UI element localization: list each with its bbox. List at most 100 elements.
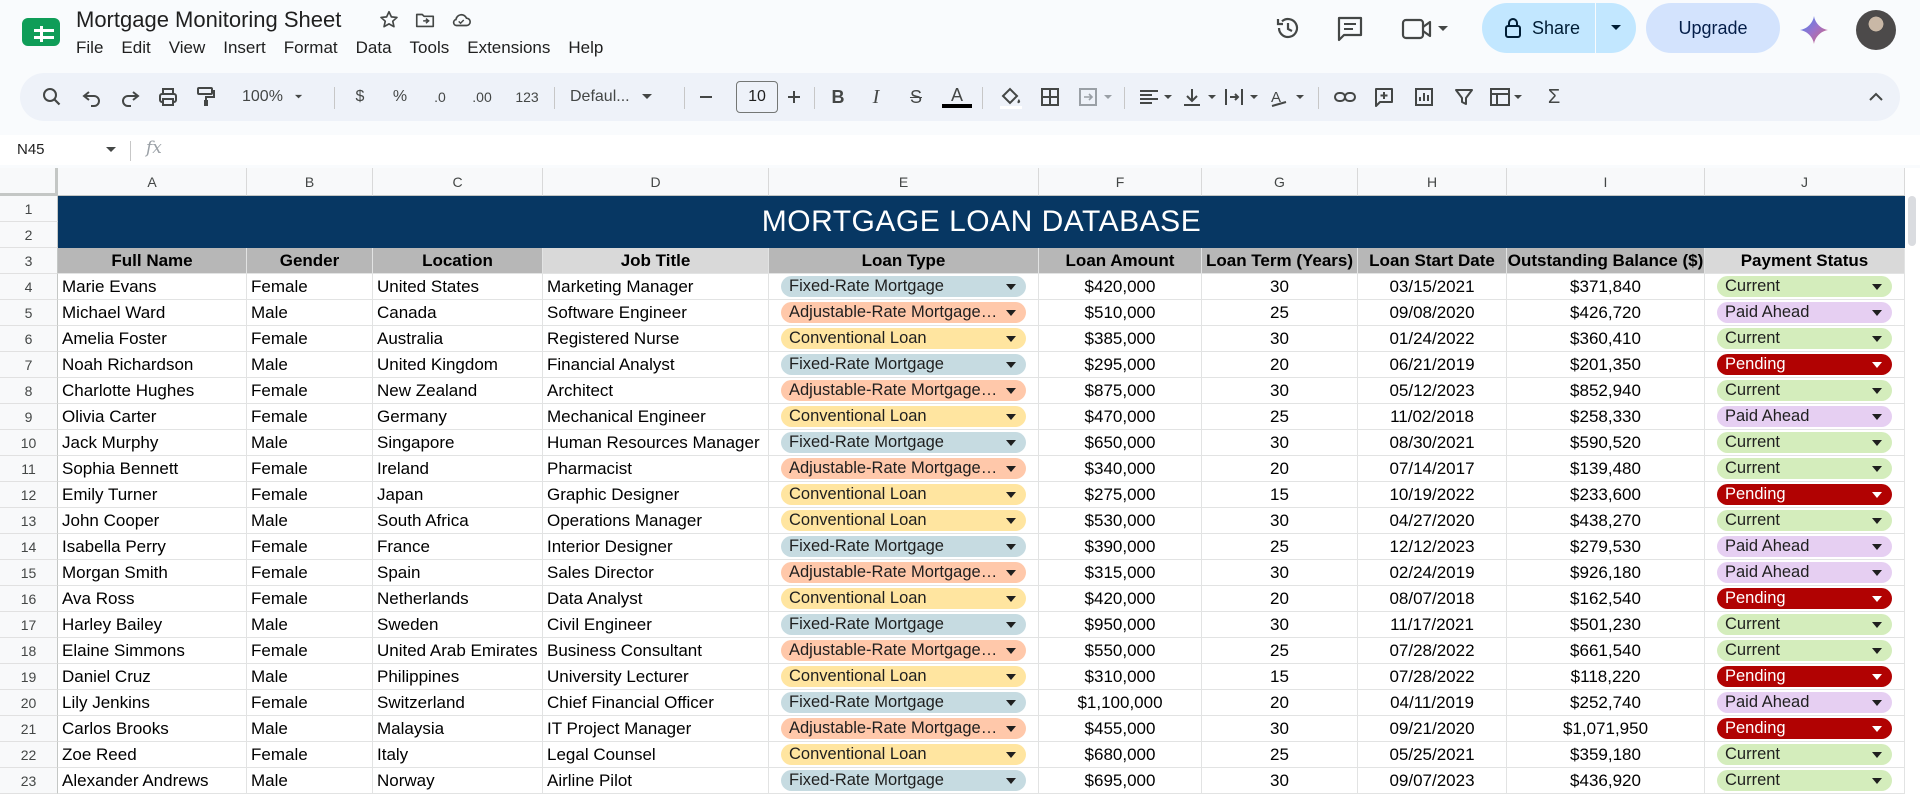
dropdown-arrow-icon[interactable] [1006, 283, 1016, 290]
cell-loan-amount[interactable]: $510,000 [1039, 300, 1202, 326]
font-size-input[interactable]: 10 [736, 81, 778, 113]
horizontal-align-icon[interactable] [1136, 85, 1176, 109]
menu-data[interactable]: Data [356, 38, 401, 58]
cell-loan-amount[interactable]: $295,000 [1039, 352, 1202, 378]
cell-outstanding-balance[interactable]: $438,270 [1507, 508, 1705, 534]
payment-status-dropdown-chip[interactable]: Current [1717, 614, 1892, 635]
cell-gender[interactable]: Female [247, 690, 373, 716]
loan-type-dropdown-chip[interactable]: Adjustable-Rate Mortgage (ARM) [781, 718, 1026, 739]
cell-gender[interactable]: Male [247, 612, 373, 638]
loan-type-dropdown-chip[interactable]: Conventional Loan [781, 484, 1026, 505]
cell-loan-start-date[interactable]: 04/11/2019 [1358, 690, 1507, 716]
cell-loan-amount[interactable]: $950,000 [1039, 612, 1202, 638]
cell-loan-type[interactable]: Conventional Loan [769, 742, 1039, 768]
cell-location[interactable]: Malaysia [373, 716, 543, 742]
cell-outstanding-balance[interactable]: $279,530 [1507, 534, 1705, 560]
cell-loan-term[interactable]: 30 [1202, 560, 1358, 586]
avatar[interactable] [1856, 10, 1896, 50]
dropdown-arrow-icon[interactable] [1006, 387, 1016, 394]
cell-payment-status[interactable]: Current [1705, 326, 1905, 352]
column-header-d[interactable]: D [543, 168, 769, 196]
print-icon[interactable] [156, 85, 180, 109]
column-header-j[interactable]: J [1705, 168, 1905, 196]
column-title-full-name[interactable]: Full Name [58, 248, 247, 274]
more-formats-button[interactable]: 123 [510, 85, 544, 109]
cell-job-title[interactable]: Chief Financial Officer [543, 690, 769, 716]
menu-extensions[interactable]: Extensions [467, 38, 559, 58]
cell-loan-amount[interactable]: $875,000 [1039, 378, 1202, 404]
payment-status-dropdown-chip[interactable]: Paid Ahead [1717, 692, 1892, 713]
percent-format-button[interactable]: % [388, 85, 412, 109]
row-header-1[interactable]: 1 [0, 196, 58, 222]
cell-outstanding-balance[interactable]: $661,540 [1507, 638, 1705, 664]
payment-status-dropdown-chip[interactable]: Current [1717, 458, 1892, 479]
cell-location[interactable]: South Africa [373, 508, 543, 534]
cell-loan-start-date[interactable]: 05/12/2023 [1358, 378, 1507, 404]
row-header-22[interactable]: 22 [0, 742, 58, 768]
cell-location[interactable]: Japan [373, 482, 543, 508]
history-icon[interactable] [1272, 12, 1304, 44]
cell-location[interactable]: Australia [373, 326, 543, 352]
cell-loan-term[interactable]: 30 [1202, 768, 1358, 794]
cell-outstanding-balance[interactable]: $162,540 [1507, 586, 1705, 612]
cell-gender[interactable]: Female [247, 404, 373, 430]
sheet-banner-title[interactable]: MORTGAGE LOAN DATABASE [58, 196, 1905, 248]
dropdown-arrow-icon[interactable] [1872, 673, 1882, 680]
loan-type-dropdown-chip[interactable]: Fixed-Rate Mortgage [781, 354, 1026, 375]
cell-loan-term[interactable]: 25 [1202, 300, 1358, 326]
dropdown-arrow-icon[interactable] [1872, 387, 1882, 394]
column-header-e[interactable]: E [769, 168, 1039, 196]
functions-icon[interactable]: Σ [1542, 85, 1566, 109]
cell-payment-status[interactable]: Current [1705, 430, 1905, 456]
row-header-10[interactable]: 10 [0, 430, 58, 456]
menu-view[interactable]: View [169, 38, 215, 58]
cell-full-name[interactable]: Olivia Carter [58, 404, 247, 430]
cell-loan-start-date[interactable]: 08/30/2021 [1358, 430, 1507, 456]
cell-outstanding-balance[interactable]: $436,920 [1507, 768, 1705, 794]
dropdown-arrow-icon[interactable] [1006, 309, 1016, 316]
loan-type-dropdown-chip[interactable]: Conventional Loan [781, 744, 1026, 765]
cell-full-name[interactable]: Marie Evans [58, 274, 247, 300]
cell-gender[interactable]: Male [247, 716, 373, 742]
name-box-chevron-icon[interactable] [106, 147, 116, 153]
column-title-loan-start-date[interactable]: Loan Start Date [1358, 248, 1507, 274]
decrease-decimal-button[interactable]: .0 [424, 85, 456, 109]
cell-location[interactable]: New Zealand [373, 378, 543, 404]
cell-loan-type[interactable]: Fixed-Rate Mortgage [769, 690, 1039, 716]
cell-location[interactable]: Canada [373, 300, 543, 326]
column-title-loan-term-years[interactable]: Loan Term (Years) [1202, 248, 1358, 274]
cell-payment-status[interactable]: Current [1705, 742, 1905, 768]
cell-gender[interactable]: Female [247, 482, 373, 508]
cell-loan-term[interactable]: 15 [1202, 664, 1358, 690]
cell-location[interactable]: France [373, 534, 543, 560]
cell-loan-amount[interactable]: $470,000 [1039, 404, 1202, 430]
cell-location[interactable]: Norway [373, 768, 543, 794]
dropdown-arrow-icon[interactable] [1006, 517, 1016, 524]
name-box[interactable]: N45 [17, 141, 45, 158]
cell-full-name[interactable]: Harley Bailey [58, 612, 247, 638]
cell-gender[interactable]: Male [247, 664, 373, 690]
loan-type-dropdown-chip[interactable]: Adjustable-Rate Mortgage (ARM) [781, 380, 1026, 401]
cell-location[interactable]: United Kingdom [373, 352, 543, 378]
cell-outstanding-balance[interactable]: $233,600 [1507, 482, 1705, 508]
cell-job-title[interactable]: Sales Director [543, 560, 769, 586]
row-header-7[interactable]: 7 [0, 352, 58, 378]
insert-link-icon[interactable] [1332, 85, 1358, 109]
cell-job-title[interactable]: Legal Counsel [543, 742, 769, 768]
payment-status-dropdown-chip[interactable]: Current [1717, 510, 1892, 531]
cell-gender[interactable]: Female [247, 274, 373, 300]
dropdown-arrow-icon[interactable] [1872, 725, 1882, 732]
payment-status-dropdown-chip[interactable]: Current [1717, 744, 1892, 765]
cell-outstanding-balance[interactable]: $252,740 [1507, 690, 1705, 716]
loan-type-dropdown-chip[interactable]: Fixed-Rate Mortgage [781, 536, 1026, 557]
column-header-f[interactable]: F [1039, 168, 1202, 196]
cell-loan-type[interactable]: Conventional Loan [769, 404, 1039, 430]
cell-loan-type[interactable]: Conventional Loan [769, 482, 1039, 508]
cell-full-name[interactable]: Morgan Smith [58, 560, 247, 586]
cell-outstanding-balance[interactable]: $926,180 [1507, 560, 1705, 586]
menu-tools[interactable]: Tools [410, 38, 459, 58]
move-to-folder-icon[interactable] [414, 9, 436, 31]
dropdown-arrow-icon[interactable] [1872, 439, 1882, 446]
payment-status-dropdown-chip[interactable]: Current [1717, 640, 1892, 661]
row-header-11[interactable]: 11 [0, 456, 58, 482]
